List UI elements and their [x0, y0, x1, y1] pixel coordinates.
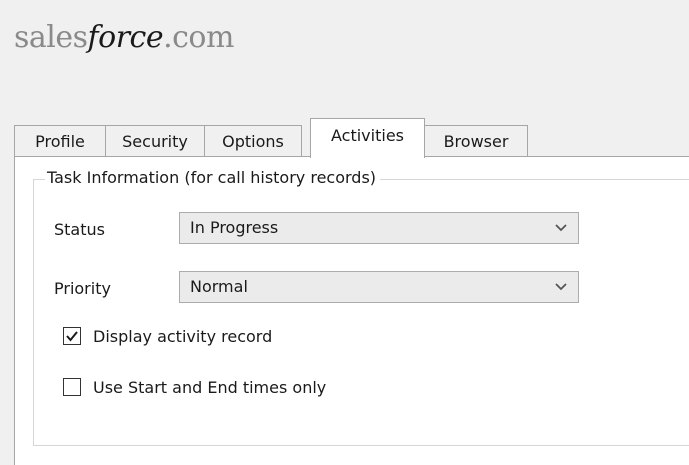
chevron-down-icon — [554, 272, 568, 302]
tab-strip: Profile Security Options Activities Brow… — [14, 118, 689, 158]
status-label: Status — [54, 220, 105, 239]
tab-browser[interactable]: Browser — [424, 125, 528, 156]
logo-text-force: force — [87, 20, 164, 55]
display-activity-checkbox[interactable] — [63, 327, 81, 345]
priority-dropdown[interactable]: Normal — [179, 271, 579, 303]
chevron-down-icon — [554, 213, 568, 243]
group-legend: Task Information (for call history recor… — [45, 168, 381, 187]
start-end-times-label: Use Start and End times only — [93, 377, 327, 397]
salesforce-settings-window: salesforce.com Profile Security Options … — [0, 0, 689, 465]
tab-profile[interactable]: Profile — [14, 125, 106, 156]
checkmark-icon — [66, 331, 78, 342]
logo-text-sales: sales — [14, 20, 88, 55]
tab-options[interactable]: Options — [204, 125, 302, 156]
logo-text-com: .com — [163, 20, 234, 55]
tab-security[interactable]: Security — [105, 125, 205, 156]
tab-activities[interactable]: Activities — [310, 118, 425, 158]
status-dropdown[interactable]: In Progress — [179, 212, 579, 244]
task-information-group: Task Information (for call history recor… — [33, 168, 689, 446]
start-end-times-checkbox[interactable] — [63, 378, 81, 396]
priority-label: Priority — [54, 279, 111, 298]
priority-value: Normal — [190, 277, 248, 296]
start-end-times-option[interactable]: Use Start and End times only — [63, 375, 326, 399]
display-activity-record-option[interactable]: Display activity record — [63, 324, 272, 348]
status-value: In Progress — [190, 218, 279, 237]
display-activity-label: Display activity record — [93, 326, 273, 346]
activities-tab-panel: Task Information (for call history recor… — [14, 156, 689, 465]
salesforce-logo: salesforce.com — [14, 20, 234, 55]
